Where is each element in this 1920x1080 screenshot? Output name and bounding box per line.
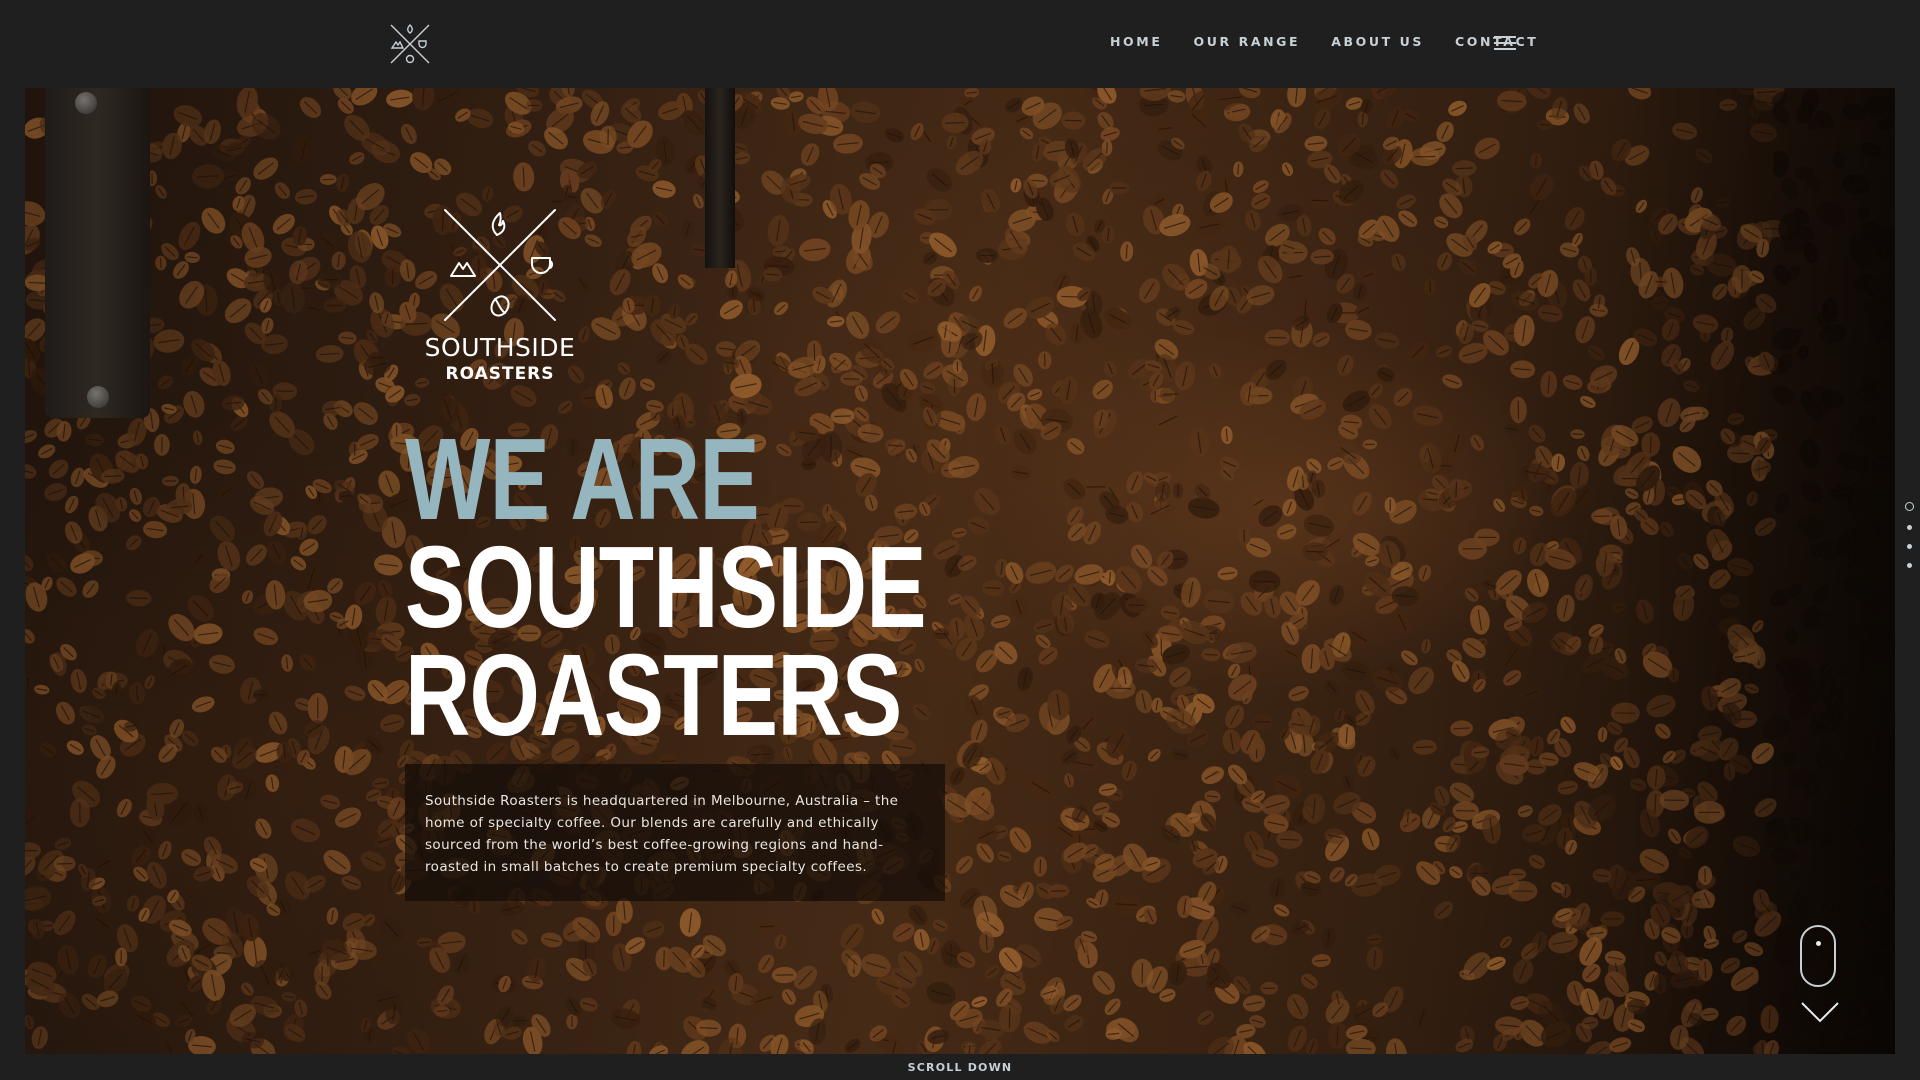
hero-brand-line2: ROASTERS	[445, 364, 555, 384]
pagination-dot-3[interactable]	[1906, 544, 1912, 549]
mouse-wheel	[1816, 941, 1821, 946]
section-pagination	[1902, 502, 1916, 582]
chevron-down-icon[interactable]	[1800, 1000, 1840, 1024]
site-header: HOME OUR RANGE ABOUT US CONTACT	[0, 0, 1920, 88]
nav-our-range[interactable]: OUR RANGE	[1193, 34, 1300, 49]
nav-home[interactable]: HOME	[1110, 34, 1162, 49]
hero-section: SOUTHSIDE ROASTERS WE ARE SOUTHSIDE ROAS…	[25, 88, 1895, 1054]
mouse-scroll-icon[interactable]	[1800, 925, 1836, 987]
headline-line3: ROASTERS	[405, 630, 902, 760]
pagination-dot-4[interactable]	[1906, 563, 1912, 568]
pagination-dot-2[interactable]	[1906, 525, 1912, 530]
pagination-dot-1[interactable]	[1904, 502, 1914, 511]
scroll-down-label[interactable]: SCROLL DOWN	[0, 1061, 1920, 1074]
headline-line2: SOUTHSIDE	[405, 522, 927, 652]
hero-headline: WE ARE SOUTHSIDE ROASTERS	[405, 414, 1073, 760]
hero-logo: SOUTHSIDE ROASTERS	[407, 208, 593, 384]
nav-about-us[interactable]: ABOUT US	[1331, 34, 1424, 49]
crossed-lines-emblem-icon	[444, 209, 556, 321]
headline-line1: WE ARE	[405, 414, 760, 544]
header-logo-icon[interactable]	[388, 22, 432, 66]
hero-brand-line1: SOUTHSIDE	[424, 333, 576, 362]
hamburger-menu-icon[interactable]	[1494, 36, 1516, 52]
intro-text: Southside Roasters is headquartered in M…	[425, 793, 899, 875]
intro-box: Southside Roasters is headquartered in M…	[405, 764, 945, 901]
